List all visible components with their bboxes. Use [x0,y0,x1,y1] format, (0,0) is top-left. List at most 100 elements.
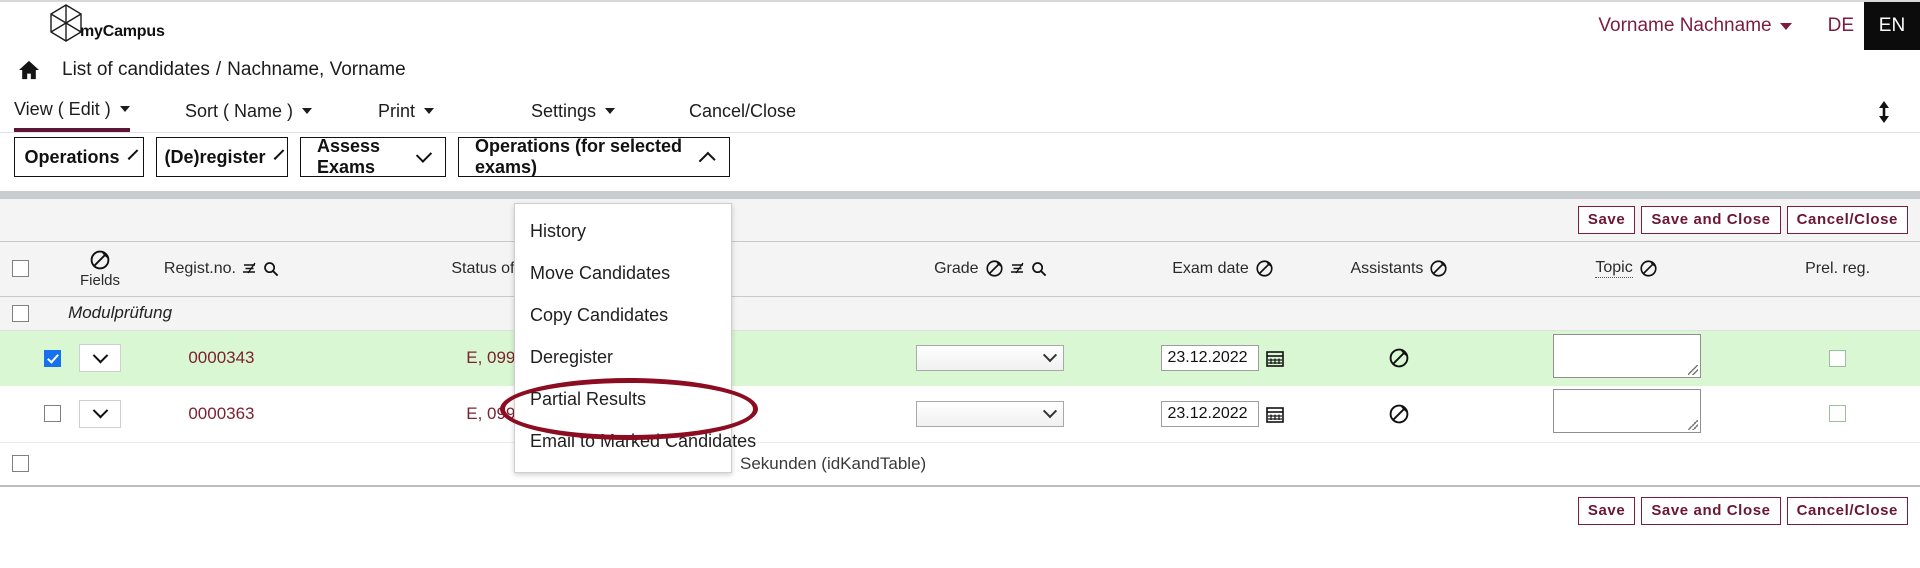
row-topic-cell [1485,330,1768,386]
row-grade-cell [849,330,1132,386]
breadcrumb-current: Nachname, Vorname [227,59,406,80]
row-regist-no[interactable]: 0000363 [136,386,307,442]
table-row[interactable]: 0000363 E, 0990 41 301 MJ, 301/2021 [0,386,1920,442]
prel-reg-checkbox[interactable] [1829,405,1847,423]
footer-checkbox[interactable] [12,455,29,472]
menu-item-settings[interactable]: Settings [531,90,616,132]
exam-date-input[interactable] [1161,400,1260,427]
top-bar: myCampus Vorname Nachname DE EN [0,0,1920,50]
save-and-close-button[interactable]: Save and Close [1641,206,1781,234]
chevron-down-icon [92,403,108,419]
header-topic-label: Topic [1595,259,1633,279]
header-regist-no-cell: Regist.no. [136,242,307,296]
language-en-button[interactable]: EN [1864,2,1920,50]
calendar-icon[interactable] [1266,349,1285,368]
menu-item-sort-name[interactable]: Sort ( Name ) [185,90,313,132]
row-assistants-cell[interactable] [1314,386,1485,442]
filter-icon[interactable] [1010,261,1025,276]
row-checkbox[interactable] [44,349,61,367]
search-icon[interactable] [263,261,279,277]
grade-select[interactable] [916,345,1065,372]
menu-item-print[interactable]: Print [378,90,435,132]
row-exam-date-cell [1132,386,1314,442]
group-row: Modulprüfung [0,296,1920,330]
chevron-down-icon [1043,348,1058,363]
dropdown-item-partial-results[interactable]: Partial Results [515,378,731,420]
top-bar-right: Vorname Nachname DE EN [1598,2,1920,50]
chevron-down-icon [127,148,138,160]
calendar-icon[interactable] [1266,405,1285,423]
button-label: Operations [24,146,120,167]
edit-pen-circle-icon [1255,259,1274,278]
save-button[interactable]: Save [1577,496,1636,525]
chevron-down-icon [415,146,433,163]
brand-logo[interactable]: myCampus [48,3,165,43]
assess-exams-button[interactable]: Assess Exams [300,136,446,177]
resize-handle-icon[interactable] [1687,420,1698,431]
dropdown-item-deregister[interactable]: Deregister [515,336,731,378]
save-button[interactable]: Save [1577,206,1636,234]
header-exam-date-label: Exam date [1172,259,1249,277]
filter-icon[interactable] [242,261,257,276]
save-bar-bottom: Save Save and Close Cancel/Close [0,485,1920,541]
operations-button[interactable]: Operations [14,137,144,177]
cancel-close-button[interactable]: Cancel/Close [1786,206,1908,234]
exam-date-input[interactable] [1161,345,1260,372]
row-expand-button[interactable] [79,399,122,428]
fields-label: Fields [80,271,121,289]
resize-handle-icon[interactable] [1687,364,1698,375]
chevron-down-icon [424,108,435,114]
header-fields-cell[interactable]: Fields [64,242,136,296]
button-label: Assess Exams [317,136,381,177]
row-topic-cell [1485,386,1768,442]
chevron-down-icon [1779,22,1792,30]
menu-item-label: View ( Edit ) [14,98,111,119]
edit-pen-circle-icon [1429,259,1448,278]
chevron-down-icon [1043,403,1058,418]
topic-textarea[interactable] [1552,333,1701,378]
menu-bar: View ( Edit ) Sort ( Name ) Print Settin… [0,90,1920,133]
row-checkbox[interactable] [44,405,61,423]
user-name-label: Vorname Nachname [1598,15,1772,36]
candidates-table: Fields Regist.no. Status of Grade Exam d… [0,242,1920,443]
user-menu[interactable]: Vorname Nachname [1598,15,1792,37]
breadcrumb-section[interactable]: List of candidates [62,59,210,81]
row-select-cell [0,330,64,386]
chevron-down-icon [273,148,284,160]
operations-for-selected-exams-button[interactable]: Operations (for selected exams) [458,136,730,177]
row-assistants-cell[interactable] [1314,330,1485,386]
chevron-up-icon [699,151,717,169]
header-prel-reg-label: Prel. reg. [1805,259,1871,277]
search-icon[interactable] [1031,261,1047,277]
topic-textarea[interactable] [1552,389,1701,434]
save-button-group-bottom: Save Save and Close Cancel/Close [1577,496,1908,525]
menu-item-label: Print [378,100,416,121]
operations-dropdown-menu: History Move Candidates Copy Candidates … [514,203,756,473]
row-prel-reg-cell [1768,330,1920,386]
header-exam-date-cell: Exam date [1132,242,1314,296]
dropdown-item-history[interactable]: History [515,210,731,252]
home-icon[interactable] [18,60,62,80]
prel-reg-checkbox[interactable] [1829,349,1847,367]
dropdown-item-copy-candidates[interactable]: Copy Candidates [515,294,731,336]
save-and-close-button[interactable]: Save and Close [1641,496,1781,525]
grade-select[interactable] [916,400,1065,427]
edit-pen-circle-icon[interactable] [1315,403,1484,425]
up-down-arrow-icon[interactable] [1876,100,1892,124]
header-regist-no-label: Regist.no. [163,259,236,277]
menu-item-view-edit[interactable]: View ( Edit ) [14,90,130,132]
row-expand-cell [64,330,136,386]
row-regist-no[interactable]: 0000343 [136,330,307,386]
group-checkbox[interactable] [12,305,29,323]
dropdown-item-move-candidates[interactable]: Move Candidates [515,252,731,294]
cancel-close-button[interactable]: Cancel/Close [1786,496,1908,525]
language-de-button[interactable]: DE [1818,15,1864,37]
edit-pen-circle-icon [985,259,1004,278]
menu-item-cancel-close[interactable]: Cancel/Close [689,90,796,132]
select-all-checkbox[interactable] [12,260,29,278]
deregister-button[interactable]: (De)register [156,137,288,177]
row-expand-button[interactable] [79,344,122,373]
edit-pen-circle-icon[interactable] [1315,347,1484,369]
dropdown-item-email-to-marked-candidates[interactable]: Email to Marked Candidates [515,420,756,462]
table-row[interactable]: 0000343 E, 0990 41 301 MJ, 301/2021 [0,330,1920,386]
